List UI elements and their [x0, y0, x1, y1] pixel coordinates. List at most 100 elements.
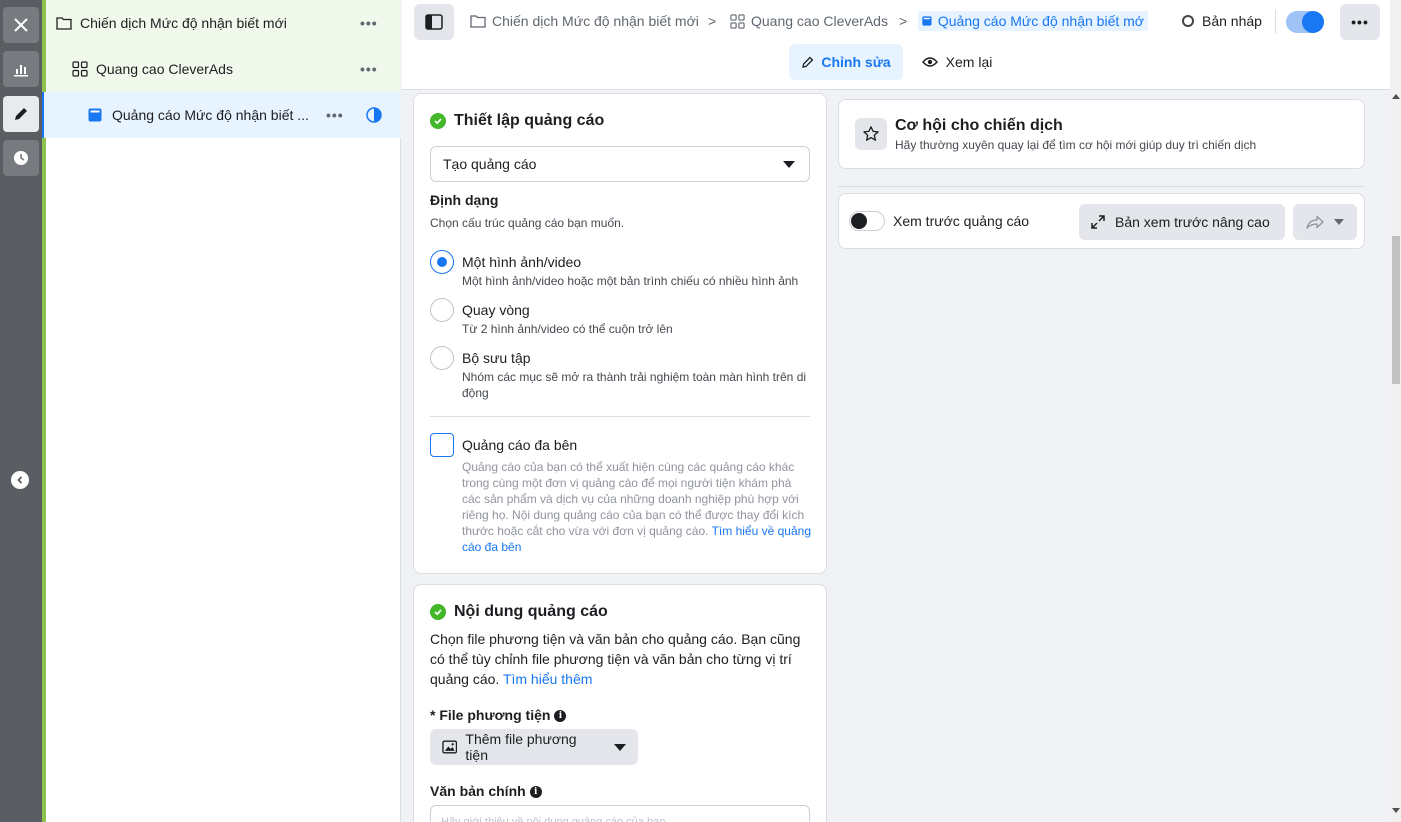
ad-creation-select-value: Tạo quảng cáo: [443, 156, 537, 172]
opportunity-subtitle: Hãy thường xuyên quay lại để tìm cơ hội …: [895, 138, 1257, 152]
opportunity-title: Cơ hội cho chiến dịch: [895, 117, 1063, 134]
info-icon[interactable]: i: [554, 710, 567, 723]
preview-bar: Xem trước quảng cáo Bản xem trước nâng c…: [838, 193, 1365, 249]
format-option-title: Quay vòng: [462, 302, 530, 318]
ad-creation-select[interactable]: Tạo quảng cáo: [430, 146, 810, 182]
opportunity-card: Cơ hội cho chiến dịch Hãy thường xuyên q…: [838, 99, 1365, 169]
draft-status-label: Bản nháp: [1202, 13, 1262, 29]
check-circle-icon: [430, 113, 446, 129]
media-label: * File phương tiện i: [430, 707, 567, 723]
ad-icon: [88, 108, 102, 122]
ad-more-button[interactable]: •••: [326, 107, 344, 123]
format-help: Chọn cấu trúc quảng cáo bạn muốn.: [430, 216, 625, 230]
caret-down-icon: [1334, 219, 1344, 225]
format-radio-single[interactable]: [430, 250, 454, 274]
header-divider: [1275, 10, 1276, 34]
history-button[interactable]: [3, 140, 39, 176]
learn-more-link[interactable]: Tìm hiểu thêm: [503, 671, 592, 687]
folder-icon: [470, 15, 486, 28]
format-heading: Định dạng: [430, 192, 499, 208]
tab-review-label: Xem lại: [945, 54, 993, 70]
image-icon: [442, 740, 458, 754]
ad-content-title-text: Nội dung quảng cáo: [454, 603, 608, 620]
tree-item-adset[interactable]: Quang cao CleverAds •••: [42, 46, 401, 92]
adset-more-button[interactable]: •••: [360, 61, 378, 77]
scroll-down-arrow[interactable]: [1392, 808, 1400, 813]
divider: [430, 416, 810, 417]
format-radio-collection[interactable]: [430, 346, 454, 370]
format-option-title: Bộ sưu tập: [462, 350, 531, 366]
tree-item-campaign[interactable]: Chiến dịch Mức độ nhận biết mới •••: [42, 0, 401, 46]
toggle-knob: [1302, 11, 1324, 33]
info-icon[interactable]: i: [529, 786, 542, 799]
page-scrollbar[interactable]: [1390, 0, 1401, 822]
media-label-text: * File phương tiện: [430, 707, 551, 723]
edit-button[interactable]: [3, 96, 39, 132]
close-icon: [14, 18, 28, 32]
breadcrumb-ad[interactable]: Quảng cáo Mức độ nhận biết mớ: [918, 11, 1148, 31]
tree-item-label: Quang cao CleverAds: [96, 61, 233, 77]
campaign-more-button[interactable]: •••: [360, 15, 378, 31]
caret-down-icon: [783, 161, 795, 168]
tab-edit[interactable]: Chỉnh sửa: [789, 44, 903, 80]
ad-setup-title-text: Thiết lập quảng cáo: [454, 112, 605, 129]
grid-icon: [72, 61, 88, 77]
format-radio-carousel[interactable]: [430, 298, 454, 322]
tab-review[interactable]: Xem lại: [916, 44, 998, 80]
format-option-title: Một hình ảnh/video: [462, 254, 582, 270]
star-icon: [863, 126, 879, 141]
collapse-button[interactable]: [11, 471, 29, 489]
primary-text-input[interactable]: Hãy giới thiệu về nội dung quảng cáo của…: [430, 805, 810, 822]
close-button[interactable]: [3, 7, 39, 43]
toggle-panel-button[interactable]: [414, 4, 454, 40]
eye-icon: [921, 57, 938, 67]
expand-icon: [1091, 215, 1105, 229]
preview-label: Xem trước quảng cáo: [893, 213, 1030, 229]
tree-item-label: Quảng cáo Mức độ nhận biết ...: [112, 107, 309, 123]
format-option-desc: Một hình ảnh/video hoặc một bản trình ch…: [462, 274, 799, 288]
draft-status: Bản nháp: [1182, 13, 1262, 29]
clock-icon: [14, 151, 28, 165]
tree-item-label: Chiến dịch Mức độ nhận biết mới: [80, 15, 287, 31]
format-option-desc: Nhóm các mục sẽ mở ra thành trải nghiệm …: [462, 370, 807, 400]
scroll-up-arrow[interactable]: [1392, 94, 1400, 99]
breadcrumb-campaign[interactable]: Chiến dịch Mức độ nhận biết mới: [470, 13, 699, 29]
chevron-right-icon: >: [899, 13, 908, 29]
primary-text-label-text: Văn bản chính: [430, 783, 526, 799]
reporting-button[interactable]: [3, 51, 39, 87]
pencil-icon: [802, 56, 814, 68]
preview-toggle[interactable]: [849, 211, 885, 231]
advanced-preview-label: Bản xem trước nâng cao: [1115, 214, 1270, 230]
tree-item-ad[interactable]: Quảng cáo Mức độ nhận biết ... •••: [42, 92, 401, 138]
toggle-knob: [851, 213, 867, 229]
scrollbar-thumb[interactable]: [1392, 236, 1400, 384]
breadcrumb-adset[interactable]: Quang cao CleverAds: [730, 13, 888, 29]
folder-icon: [56, 16, 72, 30]
left-rail: [0, 0, 42, 822]
primary-text-label: Văn bản chính i: [430, 783, 542, 799]
add-media-button[interactable]: Thêm file phương tiện: [430, 729, 638, 765]
ad-content-card: Nội dung quảng cáo Chọn file phương tiện…: [413, 584, 827, 822]
top-header: Chiến dịch Mức độ nhận biết mới > Quang …: [402, 0, 1390, 90]
status-half-icon: [366, 107, 382, 123]
multi-advertiser-title: Quảng cáo đa bên: [462, 437, 578, 453]
add-media-label: Thêm file phương tiện: [465, 731, 577, 763]
draft-status-icon: [1182, 15, 1194, 27]
ad-content-desc-text: Chọn file phương tiện và văn bản cho quả…: [430, 631, 801, 687]
share-button[interactable]: [1293, 204, 1357, 240]
ad-setup-title: Thiết lập quảng cáo: [430, 112, 604, 130]
breadcrumb-label: Chiến dịch Mức độ nhận biết mới: [492, 13, 699, 29]
ad-active-toggle[interactable]: [1286, 11, 1324, 33]
format-option-desc: Từ 2 hình ảnh/video có thể cuộn trở lên: [462, 322, 673, 336]
ad-content-title: Nội dung quảng cáo: [430, 603, 608, 621]
breadcrumb-label: Quảng cáo Mức độ nhận biết mớ: [937, 13, 1144, 29]
header-more-button[interactable]: •••: [1340, 4, 1380, 40]
ad-setup-card: Thiết lập quảng cáo Tạo quảng cáo Định d…: [413, 93, 827, 574]
caret-down-icon: [614, 743, 626, 751]
multi-advertiser-checkbox[interactable]: [430, 433, 454, 457]
grid-icon: [730, 13, 745, 29]
advanced-preview-button[interactable]: Bản xem trước nâng cao: [1079, 204, 1285, 240]
divider: [838, 186, 1365, 187]
chevron-left-icon: [17, 476, 23, 484]
breadcrumb-label: Quang cao CleverAds: [751, 13, 888, 29]
